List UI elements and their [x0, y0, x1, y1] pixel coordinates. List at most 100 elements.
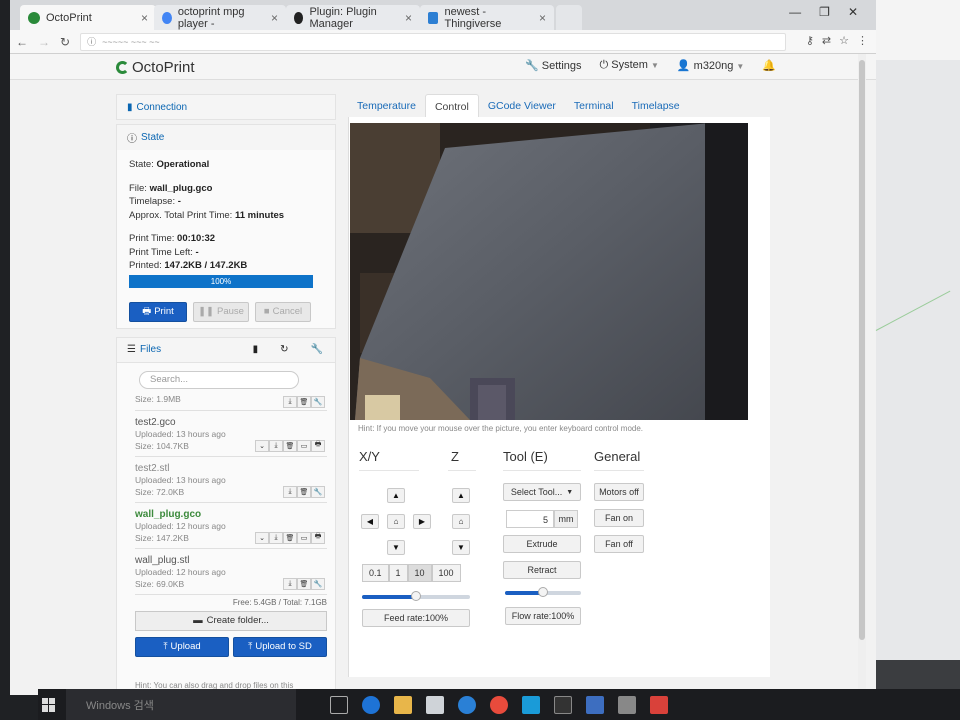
- webcam-stream[interactable]: [350, 123, 748, 420]
- wrench-icon[interactable]: 🔧: [311, 485, 325, 498]
- back-icon[interactable]: ←: [16, 35, 28, 49]
- download-icon[interactable]: ⤓: [283, 485, 297, 498]
- close-icon[interactable]: ×: [271, 11, 278, 25]
- jog-z-minus-button[interactable]: ▼: [452, 540, 470, 555]
- menu-icon[interactable]: ⋮: [857, 34, 868, 47]
- forward-icon[interactable]: →: [38, 35, 50, 49]
- key-icon[interactable]: ⚷: [806, 34, 814, 47]
- wrench-icon[interactable]: 🔧: [311, 344, 323, 355]
- slider-knob[interactable]: [411, 591, 421, 601]
- pause-button[interactable]: ❚❚ Pause: [193, 301, 249, 322]
- jog-z-plus-button[interactable]: ▲: [452, 488, 470, 503]
- tab-timelapse[interactable]: Timelapse: [623, 94, 689, 117]
- new-tab-button[interactable]: [556, 5, 582, 30]
- wrench-icon[interactable]: 🔧: [311, 577, 325, 590]
- state-header[interactable]: ⓘ State: [116, 124, 336, 150]
- maximize-icon[interactable]: ❐: [819, 5, 830, 19]
- fan-on-button[interactable]: Fan on: [594, 509, 644, 527]
- tab-thingiverse[interactable]: newest - Thingiverse ×: [420, 5, 554, 30]
- url-input[interactable]: ⓘ ~~~~~ ~~~ ~~: [80, 32, 786, 51]
- download-icon[interactable]: ⤓: [269, 439, 283, 452]
- octoprint-brand[interactable]: OctoPrint: [116, 59, 195, 76]
- trash-icon[interactable]: 🗑: [283, 531, 297, 544]
- tab-octoprint[interactable]: OctoPrint ×: [20, 5, 156, 30]
- tab-temperature[interactable]: Temperature: [348, 94, 425, 117]
- home-z-button[interactable]: ⌂: [452, 514, 470, 529]
- folder-open-icon[interactable]: ▭: [297, 439, 311, 452]
- fan-off-button[interactable]: Fan off: [594, 535, 644, 553]
- file-search-input[interactable]: Search...: [139, 370, 299, 389]
- create-folder-button[interactable]: ▬ Create folder...: [135, 610, 327, 631]
- home-xy-button[interactable]: ⌂: [387, 514, 405, 529]
- step-option[interactable]: 100: [431, 564, 461, 582]
- bookmark-star-icon[interactable]: ☆: [839, 34, 849, 47]
- app-icon[interactable]: [586, 695, 604, 714]
- connection-header[interactable]: ▮ Connection: [116, 94, 336, 120]
- download-icon[interactable]: ⤓: [269, 531, 283, 544]
- list-item[interactable]: Size: 1.9MB ⤓ 🗑 🔧: [135, 393, 327, 411]
- terminal-icon[interactable]: [554, 695, 572, 714]
- store-icon[interactable]: [426, 695, 444, 714]
- files-header[interactable]: ☰ Files ▮ ↻ 🔧: [116, 336, 336, 363]
- folder-open-icon[interactable]: ▭: [297, 531, 311, 544]
- network-app-icon[interactable]: [618, 695, 636, 714]
- reload-icon[interactable]: ↻: [60, 35, 70, 49]
- jog-x-minus-button[interactable]: ◀: [361, 514, 379, 529]
- print-icon[interactable]: 🖶: [311, 531, 325, 544]
- tab-terminal[interactable]: Terminal: [565, 94, 623, 117]
- chevron-down-icon[interactable]: ⌄: [255, 531, 269, 544]
- file-icon[interactable]: ▮: [253, 344, 259, 355]
- wrench-icon[interactable]: 🔧: [311, 395, 325, 408]
- tab-gcode-viewer[interactable]: GCode Viewer: [479, 94, 565, 117]
- task-view-icon[interactable]: [330, 695, 348, 714]
- sketchup-icon[interactable]: [650, 695, 668, 714]
- step-option[interactable]: 0.1: [362, 564, 389, 582]
- edge-icon[interactable]: [362, 695, 380, 714]
- file-explorer-icon[interactable]: [394, 695, 412, 714]
- download-icon[interactable]: ⤓: [283, 577, 297, 590]
- translate-icon[interactable]: ⇄: [822, 34, 831, 47]
- extrude-button[interactable]: Extrude: [503, 535, 581, 553]
- trash-icon[interactable]: 🗑: [297, 485, 311, 498]
- flow-rate-button[interactable]: Flow rate:100%: [505, 607, 581, 625]
- jog-x-plus-button[interactable]: ▶: [413, 514, 431, 529]
- list-item[interactable]: test2.gco Uploaded: 13 hours ago Size: 1…: [135, 411, 327, 457]
- motors-off-button[interactable]: Motors off: [594, 483, 644, 501]
- close-icon[interactable]: ×: [405, 11, 412, 25]
- feed-rate-slider[interactable]: [362, 591, 470, 601]
- system-menu[interactable]: ⏻ System ▼: [600, 59, 659, 72]
- trash-icon[interactable]: 🗑: [283, 439, 297, 452]
- settings-menu[interactable]: 🔧 Settings: [525, 59, 582, 72]
- refresh-icon[interactable]: ↻: [280, 344, 288, 355]
- notifications-bell-icon[interactable]: 🔔: [762, 59, 776, 72]
- close-window-icon[interactable]: ✕: [848, 5, 858, 19]
- trash-icon[interactable]: 🗑: [297, 577, 311, 590]
- tab-google[interactable]: octoprint mpg player - ×: [154, 5, 286, 30]
- flow-rate-slider[interactable]: [505, 587, 581, 597]
- user-menu[interactable]: 👤 m320ng ▼: [677, 59, 744, 72]
- list-item[interactable]: wall_plug.gco Uploaded: 12 hours ago Siz…: [135, 503, 327, 549]
- close-icon[interactable]: ×: [539, 11, 546, 25]
- scrollbar-thumb[interactable]: [859, 60, 865, 640]
- print-icon[interactable]: 🖶: [311, 439, 325, 452]
- upload-sd-button[interactable]: ⤒ Upload to SD: [233, 636, 327, 657]
- select-tool-dropdown[interactable]: Select Tool... ▼: [503, 483, 581, 501]
- jog-y-minus-button[interactable]: ▼: [387, 540, 405, 555]
- cura-icon[interactable]: [522, 695, 540, 714]
- download-icon[interactable]: ⤓: [283, 395, 297, 408]
- cancel-button[interactable]: ■ Cancel: [255, 301, 311, 322]
- list-item[interactable]: test2.stl Uploaded: 13 hours ago Size: 7…: [135, 457, 327, 503]
- retract-button[interactable]: Retract: [503, 561, 581, 579]
- feed-rate-button[interactable]: Feed rate:100%: [362, 609, 470, 627]
- slider-knob[interactable]: [538, 587, 548, 597]
- jog-y-plus-button[interactable]: ▲: [387, 488, 405, 503]
- tab-github[interactable]: Plugin: Plugin Manager ×: [286, 5, 420, 30]
- trash-icon[interactable]: 🗑: [297, 395, 311, 408]
- list-item[interactable]: wall_plug.stl Uploaded: 12 hours ago Siz…: [135, 549, 327, 595]
- close-icon[interactable]: ×: [141, 11, 148, 25]
- upload-button[interactable]: ⤒ Upload: [135, 636, 229, 657]
- step-option[interactable]: 10: [407, 564, 432, 582]
- windows-start-icon[interactable]: [42, 697, 56, 712]
- minimize-icon[interactable]: —: [789, 5, 801, 19]
- print-button[interactable]: 🖶 Print: [129, 301, 187, 322]
